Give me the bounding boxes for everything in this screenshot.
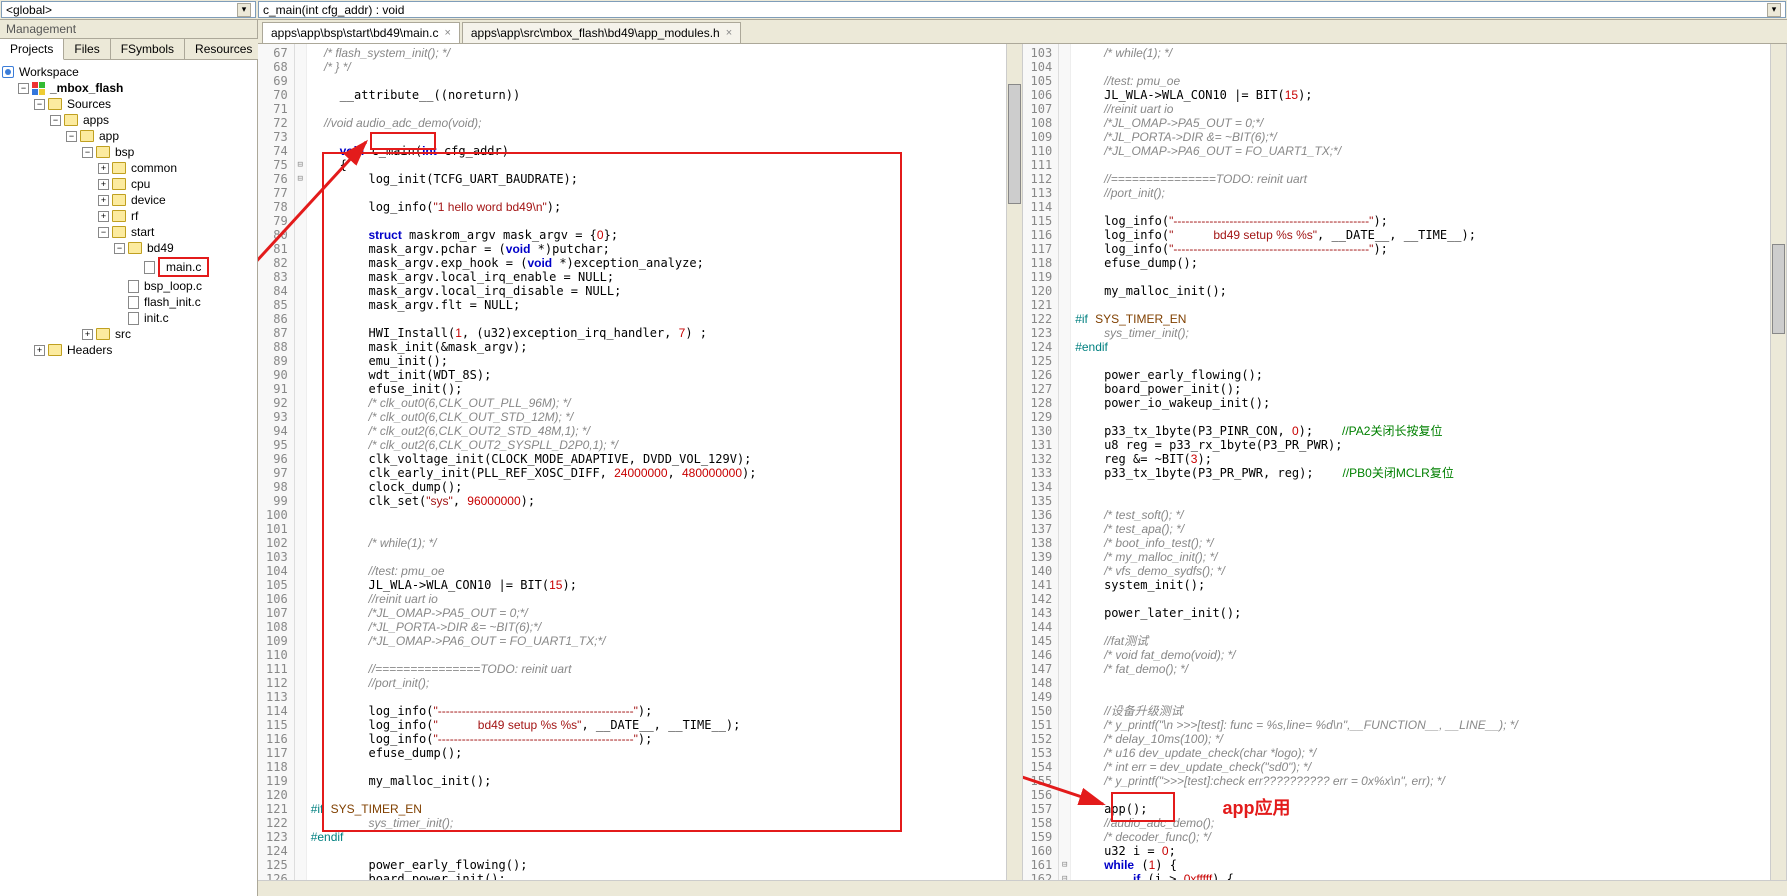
folder-icon [112,226,126,238]
vertical-scrollbar[interactable] [1770,44,1786,880]
tree-rf[interactable]: +rf [2,208,255,224]
vertical-scrollbar[interactable] [1006,44,1022,880]
combo-text: c_main(int cfg_addr) : void [263,3,404,17]
tab-fsymbols[interactable]: FSymbols [111,39,185,59]
line-gutter: 67 68 69 70 71 72 73 74 75 76 77 78 79 8… [258,44,295,880]
folder-icon [112,194,126,206]
folder-icon [128,242,142,254]
expand-icon[interactable]: + [82,329,93,340]
file-icon [128,312,139,325]
tree-app[interactable]: −app [2,128,255,144]
editor-right[interactable]: 103 104 105 106 107 108 109 110 111 112 … [1023,44,1787,880]
management-panel: Management Projects Files FSymbols Resou… [0,20,258,896]
horizontal-scrollbar[interactable] [258,880,1787,896]
tree-common[interactable]: +common [2,160,255,176]
fold-column[interactable]: ⊟ ⊟ [1059,44,1071,880]
tree-bsp[interactable]: −bsp [2,144,255,160]
folder-icon [112,162,126,174]
line-gutter: 103 104 105 106 107 108 109 110 111 112 … [1023,44,1060,880]
combo-text: <global> [6,3,52,17]
folder-icon [96,328,110,340]
collapse-icon[interactable]: − [50,115,61,126]
tree-bd49[interactable]: −bd49 [2,240,255,256]
file-icon [144,261,155,274]
close-icon[interactable]: × [726,27,732,39]
folder-icon [64,114,78,126]
expand-icon[interactable]: + [34,345,45,356]
file-tab-app-modules-h[interactable]: apps\app\src\mbox_flash\bd49\app_modules… [462,22,741,43]
symbol-scope-combo[interactable]: c_main(int cfg_addr) : void ▾ [258,1,1786,18]
scrollbar-thumb[interactable] [1772,244,1785,334]
project-icon [32,82,45,95]
tree-bsp-loop-c[interactable]: bsp_loop.c [2,278,255,294]
panel-title: Management [0,20,257,39]
chevron-down-icon: ▾ [237,3,251,17]
tree-headers[interactable]: +Headers [2,342,255,358]
tree-device[interactable]: +device [2,192,255,208]
tree-main-c[interactable]: main.c [2,256,255,278]
collapse-icon[interactable]: − [18,83,29,94]
editor-tabs: apps\app\bsp\start\bd49\main.c× apps\app… [258,20,1787,44]
sidebar-tabs: Projects Files FSymbols Resources [0,39,257,60]
tree-init-c[interactable]: init.c [2,310,255,326]
code-area[interactable]: /* flash_system_init(); */ /* } */ __att… [307,44,1006,880]
folder-icon [48,344,62,356]
tree-sources[interactable]: −Sources [2,96,255,112]
tree-flash-init-c[interactable]: flash_init.c [2,294,255,310]
collapse-icon[interactable]: − [98,227,109,238]
collapse-icon[interactable]: − [66,131,77,142]
workspace-icon [2,66,14,78]
project-tree[interactable]: Workspace −_mbox_flash −Sources −apps −a… [0,60,257,896]
file-icon [128,280,139,293]
tree-start[interactable]: −start [2,224,255,240]
tree-project[interactable]: −_mbox_flash [2,80,255,96]
code-area[interactable]: /* while(1); */ //test: pmu_oe JL_WLA->W… [1071,44,1770,880]
tree-apps[interactable]: −apps [2,112,255,128]
file-tab-main-c[interactable]: apps\app\bsp\start\bd49\main.c× [262,22,460,43]
close-icon[interactable]: × [444,27,450,39]
folder-icon [80,130,94,142]
tree-cpu[interactable]: +cpu [2,176,255,192]
collapse-icon[interactable]: − [34,99,45,110]
tab-files[interactable]: Files [64,39,110,59]
file-icon [128,296,139,309]
expand-icon[interactable]: + [98,195,109,206]
expand-icon[interactable]: + [98,211,109,222]
collapse-icon[interactable]: − [82,147,93,158]
global-scope-combo[interactable]: <global> ▾ [1,1,256,18]
scrollbar-thumb[interactable] [1008,84,1021,204]
folder-icon [112,210,126,222]
tab-resources[interactable]: Resources [185,39,263,59]
folder-icon [96,146,110,158]
expand-icon[interactable]: + [98,163,109,174]
fold-column[interactable]: ⊟ ⊟ [295,44,307,880]
folder-icon [48,98,62,110]
expand-icon[interactable]: + [98,179,109,190]
tree-src[interactable]: +src [2,326,255,342]
collapse-icon[interactable]: − [114,243,125,254]
tab-projects[interactable]: Projects [0,39,64,60]
chevron-down-icon: ▾ [1767,3,1781,17]
tree-workspace[interactable]: Workspace [2,64,255,80]
folder-icon [112,178,126,190]
editor-left[interactable]: 67 68 69 70 71 72 73 74 75 76 77 78 79 8… [258,44,1023,880]
